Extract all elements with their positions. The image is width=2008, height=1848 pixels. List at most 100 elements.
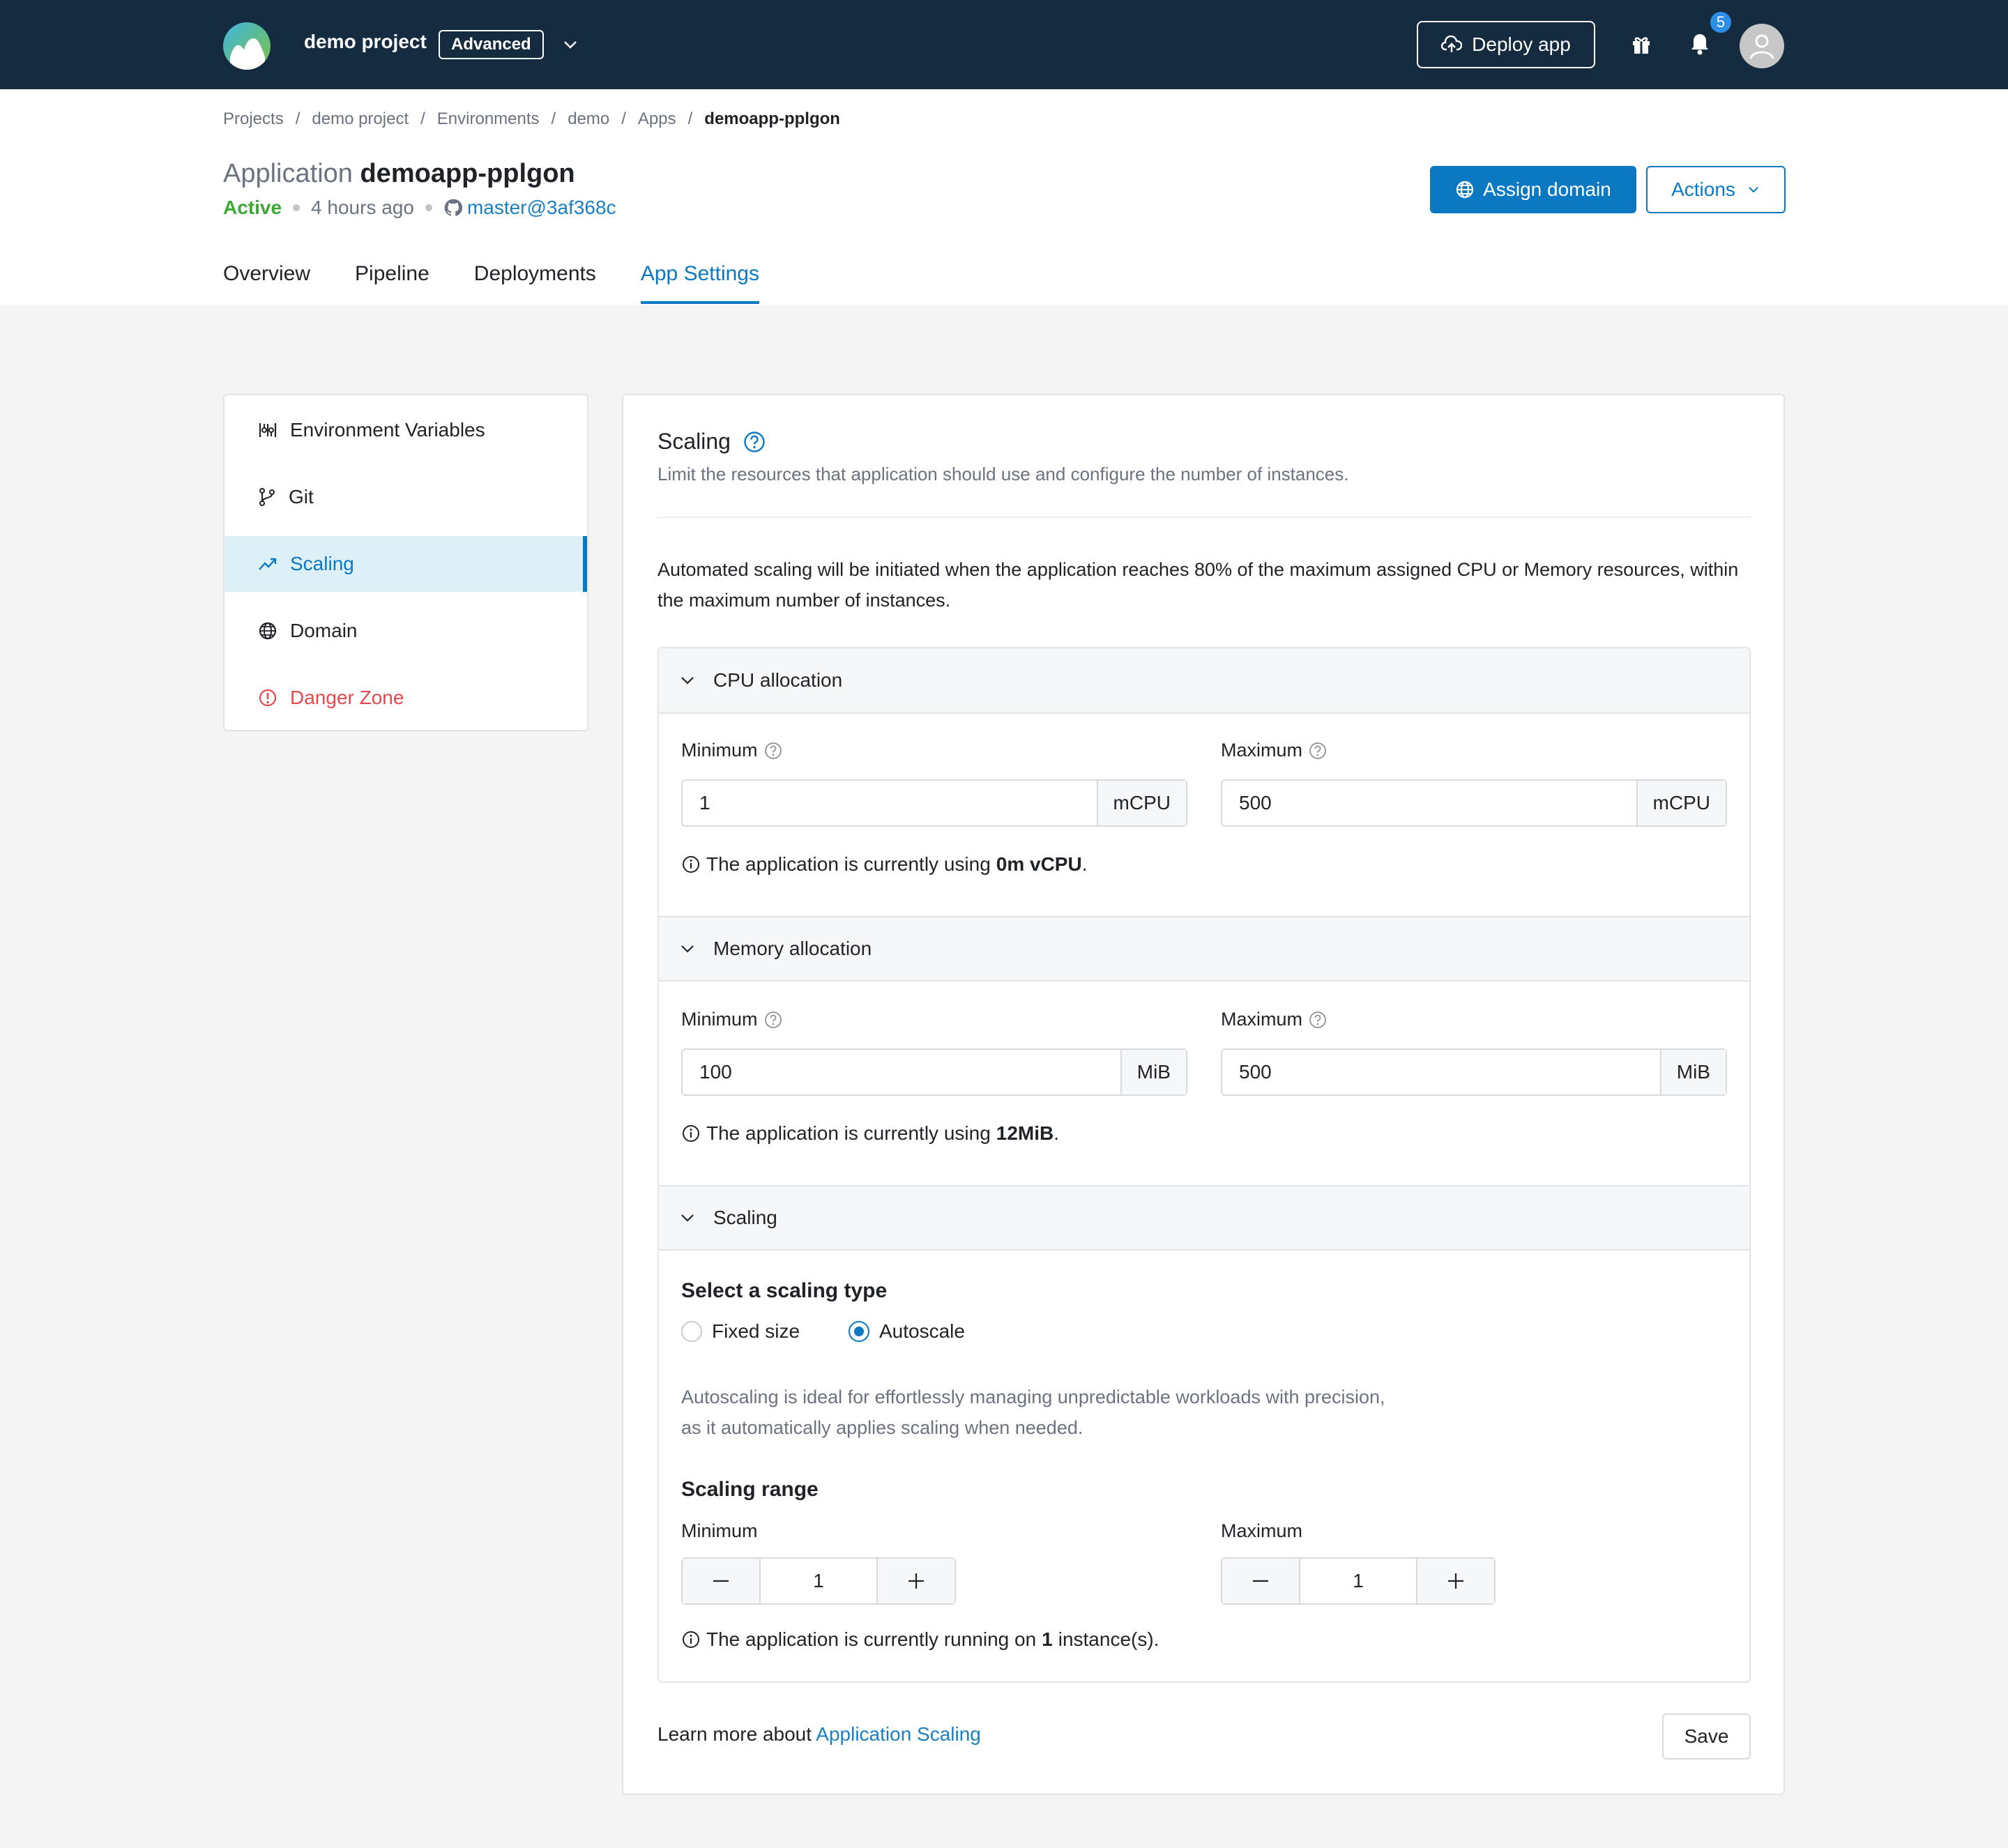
app-tabs: Overview Pipeline Deployments App Settin… [223,262,804,304]
trending-up-icon [259,558,277,570]
sidebar-item-label: Scaling [290,553,354,574]
help-circle-icon[interactable] [763,741,783,761]
bell-icon[interactable] [1689,32,1711,56]
breadcrumb-environments[interactable]: Environments [437,109,540,129]
plus-icon [1448,1573,1463,1589]
instances-max-label: Maximum [1221,1520,1302,1542]
assign-domain-button[interactable]: Assign domain [1430,166,1636,213]
help-circle-icon[interactable] [1308,741,1328,761]
actions-dropdown-button[interactable]: Actions [1646,166,1786,213]
scaling-type-heading: Select a scaling type [681,1279,888,1302]
alert-circle-icon [259,689,277,707]
instance-scaling-header[interactable]: Scaling [659,1185,1749,1251]
app-status-row: Active 4 hours ago master@3af368c [223,197,616,219]
logo-icon [223,22,271,70]
radio-button[interactable] [681,1321,702,1342]
page-title-prefix: Application [223,159,353,188]
help-circle-icon[interactable] [763,1010,783,1030]
cpu-min-input-group: 1 mCPU [681,779,1187,827]
tier-badge: Advanced [439,30,544,59]
sidebar-item-environment-variables[interactable]: Environment Variables [225,402,587,458]
help-circle-icon[interactable] [1308,1010,1328,1030]
cpu-min-input[interactable]: 1 [683,781,1097,825]
cpu-max-label: Maximum [1221,740,1328,761]
sidebar-item-domain[interactable]: Domain [225,603,587,659]
user-avatar[interactable] [1740,24,1784,68]
accordion-title: CPU allocation [713,669,843,691]
breadcrumb-projects[interactable]: Projects [223,109,284,129]
memory-allocation-header[interactable]: Memory allocation [659,916,1749,982]
sidebar-item-label: Environment Variables [290,419,485,441]
increment-button[interactable] [1417,1559,1494,1603]
description-line: Autoscaling is ideal for effortlessly ma… [681,1387,1385,1407]
tab-deployments[interactable]: Deployments [474,262,596,304]
chevron-down-icon[interactable] [562,36,579,53]
field-label-text: Minimum [681,1009,758,1030]
field-label-text: Minimum [681,740,758,761]
autoscale-description: Autoscaling is ideal for effortlessly ma… [681,1382,1448,1443]
instances-min-stepper: 1 [681,1557,956,1605]
project-name[interactable]: demo project [304,31,427,53]
info-suffix: . [1081,853,1088,875]
decrement-button[interactable] [683,1559,759,1603]
sidebar-item-label: Domain [290,620,358,641]
memory-min-input[interactable]: 100 [683,1050,1120,1094]
breadcrumb-separator: / [551,109,556,128]
user-icon [1749,34,1774,59]
deploy-app-button[interactable]: Deploy app [1417,21,1595,68]
sidebar-item-label: Danger Zone [290,687,404,708]
memory-max-input-group: 500 MiB [1221,1048,1727,1096]
field-label-text: Maximum [1221,740,1303,761]
cpu-allocation-header[interactable]: CPU allocation [659,648,1749,714]
page-title: Application demoapp-pplgon [223,159,575,189]
description-line: as it automatically applies scaling when… [681,1417,1083,1438]
application-scaling-link[interactable]: Application Scaling [816,1723,981,1745]
cpu-max-input[interactable]: 500 [1222,781,1636,825]
scaling-accordion: CPU allocation Minimum 1 mCPU Maximum 50… [657,647,1751,1683]
breadcrumb-project[interactable]: demo project [312,109,409,129]
decrement-button[interactable] [1222,1559,1299,1603]
radio-autoscale[interactable]: Autoscale [849,1320,965,1343]
tab-app-settings[interactable]: App Settings [640,262,759,304]
radio-fixed-size[interactable]: Fixed size [681,1320,800,1343]
app-logo[interactable] [223,22,271,70]
memory-max-input[interactable]: 500 [1222,1050,1660,1094]
breadcrumb-apps[interactable]: Apps [638,109,676,129]
globe-icon [259,622,277,640]
scaling-panel: Scaling Limit the resources that applica… [622,394,1785,1795]
radio-button-selected[interactable] [849,1321,869,1342]
sidebar-item-danger-zone[interactable]: Danger Zone [225,670,587,726]
instances-max-value[interactable]: 1 [1299,1559,1417,1603]
save-button[interactable]: Save [1662,1713,1751,1759]
breadcrumb-separator: / [420,109,425,128]
running-instances-value: 1 [1042,1628,1053,1650]
top-bar: demo project Advanced Deploy app 5 [0,0,2008,89]
breadcrumb-environment[interactable]: demo [568,109,609,129]
learn-more-text: Learn more about Application Scaling [657,1723,981,1746]
unit-addon: mCPU [1096,781,1186,825]
instances-min-label: Minimum [681,1520,758,1542]
radio-label: Fixed size [712,1320,800,1342]
branch-commit-link[interactable]: master@3af368c [467,197,616,219]
radio-label: Autoscale [879,1320,965,1342]
cloud-upload-icon [1441,36,1463,52]
deploy-app-label: Deploy app [1472,33,1571,55]
field-label-text: Maximum [1221,1520,1303,1541]
memory-min-input-group: 100 MiB [681,1048,1187,1096]
gift-icon[interactable] [1630,33,1652,56]
help-circle-icon[interactable] [743,431,766,453]
sidebar-item-git[interactable]: Git [225,469,587,525]
sidebar-item-scaling[interactable]: Scaling [225,536,587,592]
instances-min-value[interactable]: 1 [759,1559,878,1603]
globe-icon [1456,181,1474,199]
chevron-down-icon [681,945,694,953]
actions-label: Actions [1671,178,1735,200]
scaling-range-heading: Scaling range [681,1478,819,1501]
increment-button[interactable] [878,1559,954,1603]
tab-pipeline[interactable]: Pipeline [355,262,429,304]
field-label-text: Maximum [1221,1009,1303,1030]
minus-icon [1253,1580,1268,1582]
breadcrumb: Projects / demo project / Environments / de… [223,109,840,129]
info-icon [683,856,699,873]
tab-overview[interactable]: Overview [223,262,310,304]
